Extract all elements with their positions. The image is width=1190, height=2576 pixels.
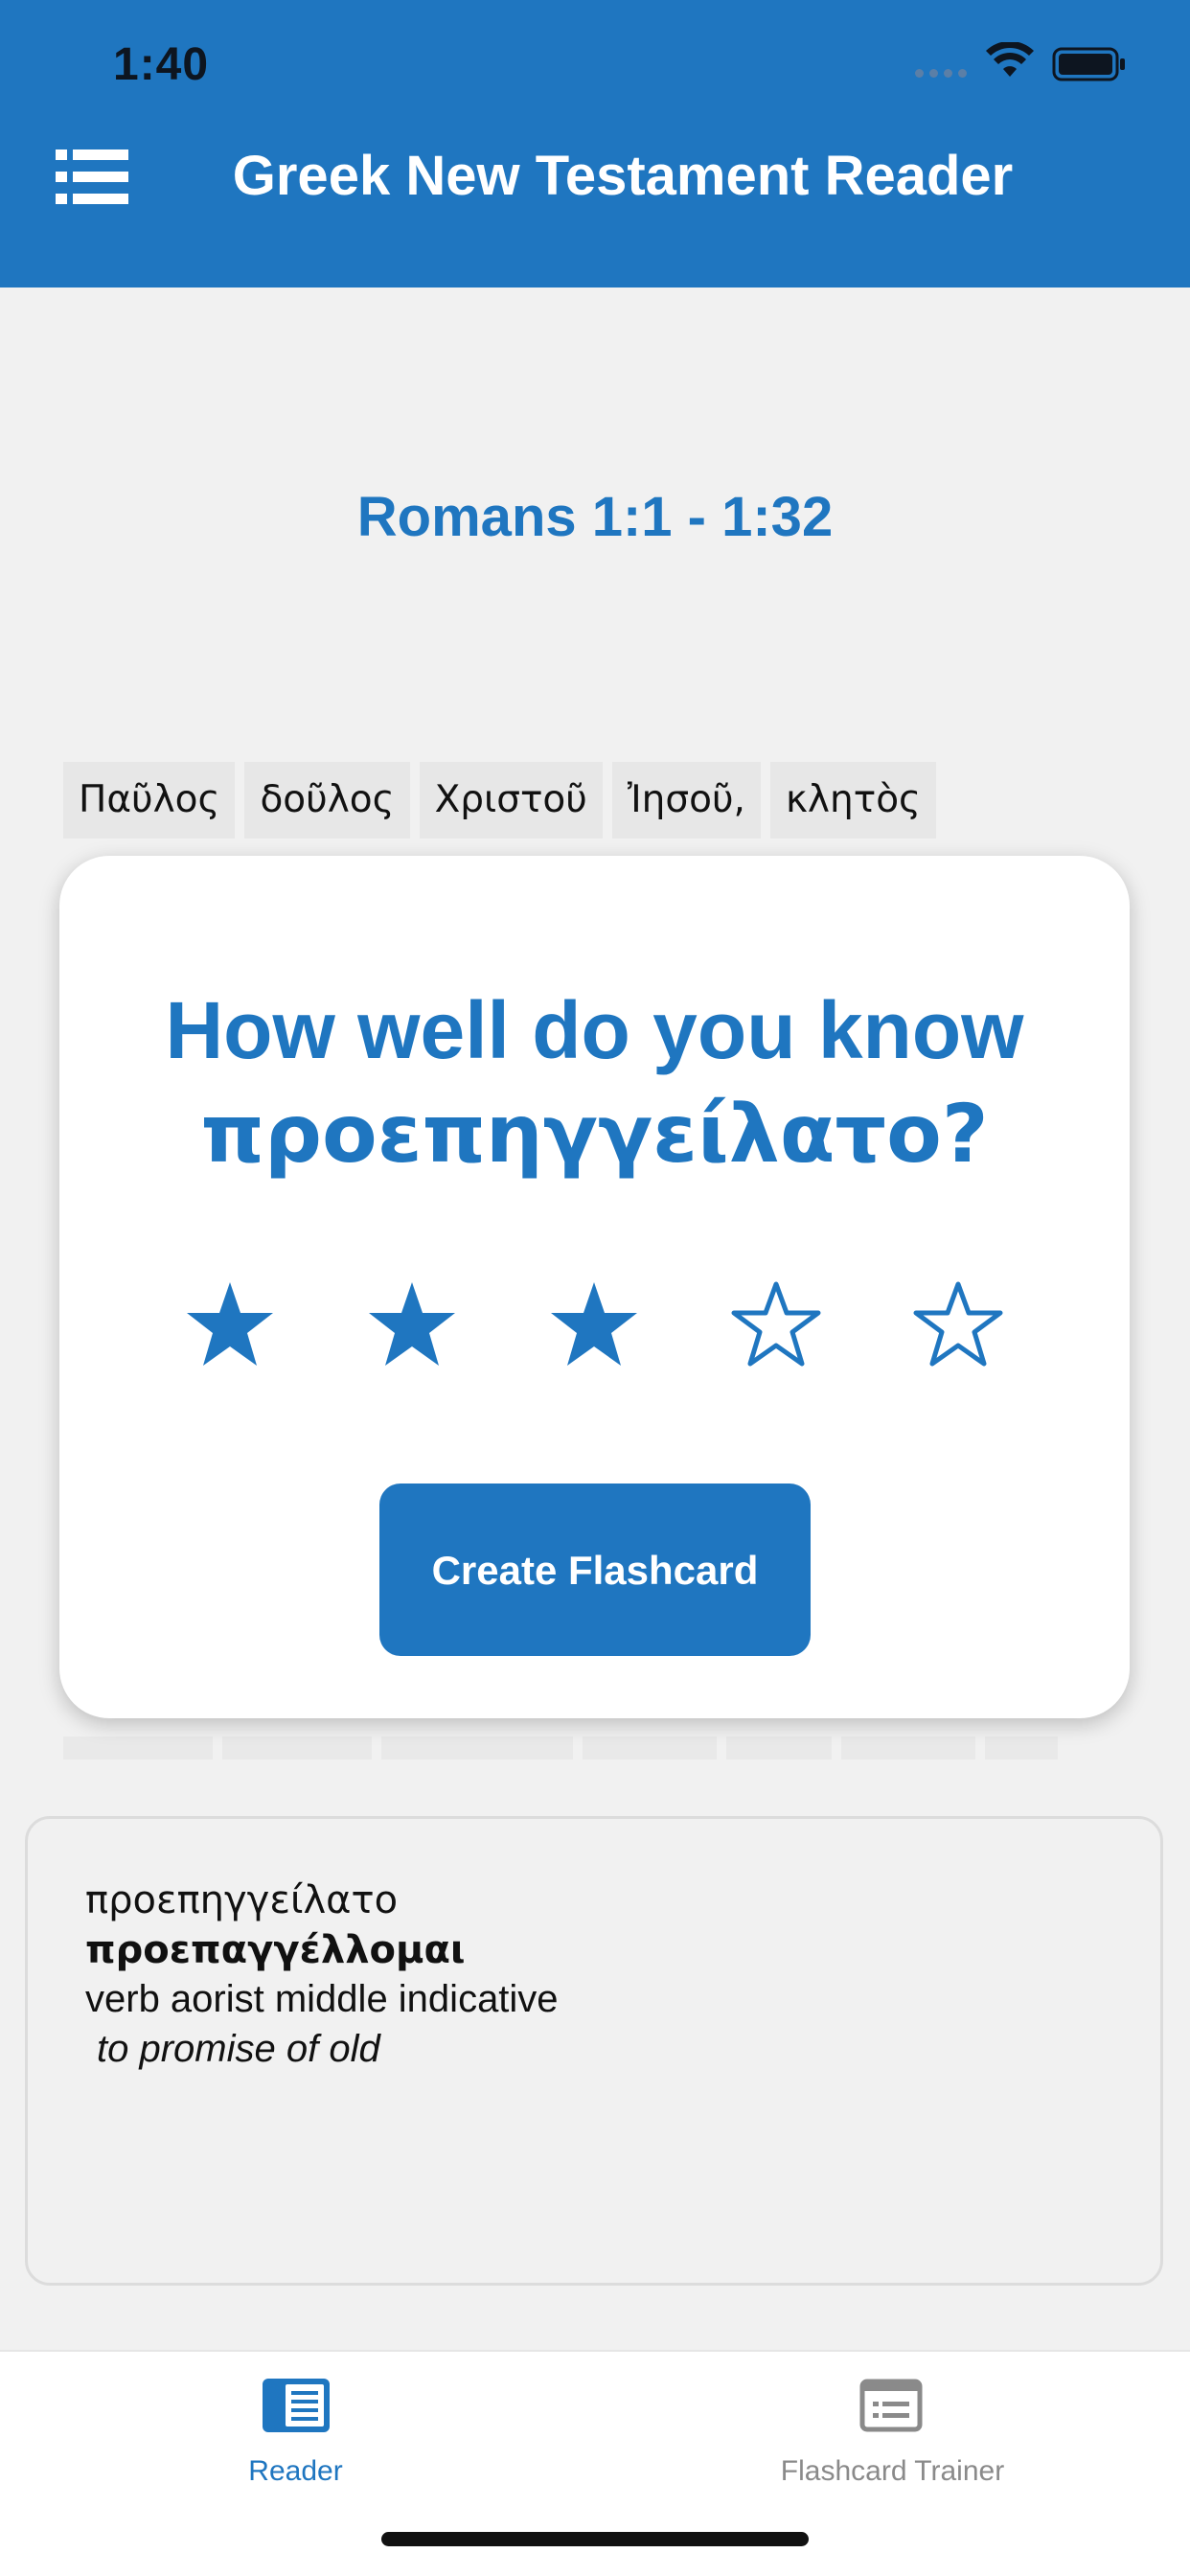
cellular-signal-icon bbox=[915, 69, 967, 78]
question-word: προεπηγγείλατο? bbox=[200, 1087, 989, 1181]
home-indicator[interactable] bbox=[381, 2532, 809, 2546]
greek-word[interactable]: Παῦλος bbox=[63, 762, 236, 839]
greek-word[interactable]: Χριστοῦ bbox=[419, 762, 603, 839]
tab-flashcard-trainer[interactable]: Flashcard Trainer bbox=[595, 2352, 1190, 2524]
wifi-icon bbox=[986, 42, 1034, 77]
passage-title[interactable]: Romans 1:1 - 1:32 bbox=[0, 485, 1190, 549]
word-gloss: to promise of old bbox=[97, 2028, 380, 2070]
star-2-filled-icon[interactable] bbox=[364, 1277, 460, 1373]
star-1-filled-icon[interactable] bbox=[182, 1277, 278, 1373]
greek-word[interactable]: δοῦλος bbox=[244, 762, 410, 839]
familiarity-rating-card: How well do you know προεπηγγείλατο? Cre… bbox=[59, 856, 1130, 1718]
greek-word[interactable]: Ἰησοῦ, bbox=[611, 762, 761, 839]
tab-reader-label: Reader bbox=[248, 2455, 343, 2487]
word-detail-panel: προεπηγγείλατο προεπαγγέλλομαι verb aori… bbox=[25, 1816, 1163, 2286]
app-header: 1:40 Greek New Testament Reader bbox=[0, 0, 1190, 288]
flashcard-icon bbox=[859, 2379, 923, 2432]
book-reader-icon bbox=[263, 2379, 330, 2432]
question-prefix: How well do you know bbox=[165, 985, 1024, 1075]
word-parsing: verb aorist middle indicative bbox=[85, 1978, 559, 2020]
status-time: 1:40 bbox=[113, 39, 210, 90]
star-5-outline-icon[interactable] bbox=[910, 1277, 1006, 1373]
battery-icon bbox=[1052, 47, 1125, 81]
greek-text-words: Παῦλος δοῦλος Χριστοῦ Ἰησοῦ, κλητὸς bbox=[63, 762, 936, 839]
word-form: προεπηγγείλατο bbox=[85, 1878, 399, 1922]
create-flashcard-button[interactable]: Create Flashcard bbox=[379, 1484, 811, 1656]
tab-flashcard-trainer-label: Flashcard Trainer bbox=[780, 2455, 1005, 2487]
greek-word[interactable]: κλητὸς bbox=[769, 762, 936, 839]
app-title: Greek New Testament Reader bbox=[232, 145, 1014, 207]
word-lemma: προεπαγγέλλομαι bbox=[85, 1928, 466, 1972]
rating-question: How well do you know προεπηγγείλατο? bbox=[59, 978, 1130, 1185]
star-3-filled-icon[interactable] bbox=[546, 1277, 642, 1373]
hidden-text-row bbox=[63, 1736, 1069, 1760]
tab-reader[interactable]: Reader bbox=[0, 2352, 595, 2524]
star-4-outline-icon[interactable] bbox=[728, 1277, 824, 1373]
